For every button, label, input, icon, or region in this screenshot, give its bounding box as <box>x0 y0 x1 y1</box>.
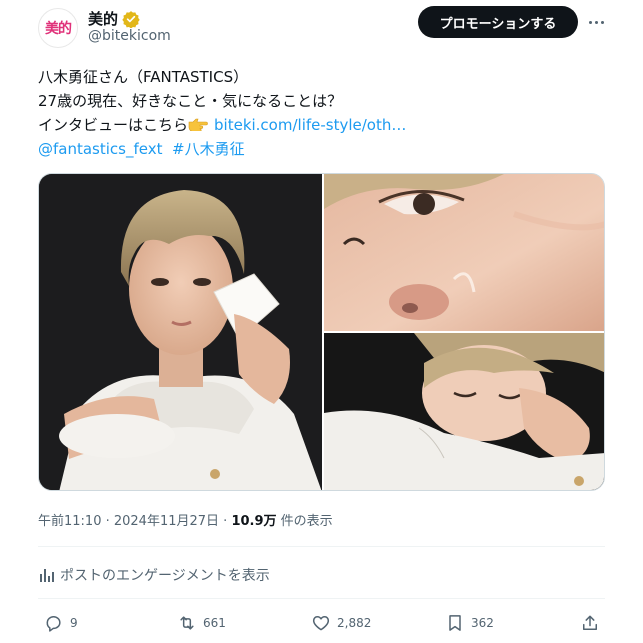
photo-resting-on-hand[interactable] <box>324 333 604 490</box>
bookmark-count: 362 <box>471 616 494 630</box>
display-name[interactable]: 美的 <box>88 8 118 29</box>
views-label: 件の表示 <box>276 514 333 529</box>
media-grid <box>38 173 605 491</box>
bar-chart-icon <box>40 569 54 582</box>
view-engagement-label: ポストのエンゲージメントを表示 <box>60 568 270 584</box>
heart-icon <box>312 616 330 631</box>
photo-portrait-tissue[interactable] <box>39 174 322 490</box>
share-icon <box>583 615 597 630</box>
repost-button[interactable]: 661 <box>177 613 226 633</box>
repost-count: 661 <box>203 616 226 630</box>
post-line-2: 27歳の現在、好きなこと・気になることは？ <box>38 92 343 110</box>
share-button[interactable] <box>580 613 600 633</box>
pointing-right-hand-emoji <box>188 118 208 131</box>
avatar-logo-text: 美的 <box>45 21 72 37</box>
article-link[interactable]: biteki.com/life-style/oth… <box>214 116 406 134</box>
divider <box>38 546 605 547</box>
divider <box>38 598 605 599</box>
promote-button[interactable]: プロモーションする <box>418 6 578 38</box>
post-meta: 午前11:10 · 2024年11月27日 · 10.9万 件の表示 <box>38 510 333 529</box>
author-handle[interactable]: @bitekicom <box>88 28 171 44</box>
post-card: 美的 美的 @bitekicom プロモーションする 八木勇征さん（FANTAS… <box>0 0 643 643</box>
avatar[interactable]: 美的 <box>38 8 78 48</box>
author-name-row[interactable]: 美的 <box>88 8 140 29</box>
bookmark-icon <box>449 615 461 631</box>
reply-button[interactable]: 9 <box>44 613 78 633</box>
hashtag-link[interactable]: #八木勇征 <box>172 140 245 158</box>
views-count: 10.9万 <box>231 514 277 529</box>
more-options-icon[interactable] <box>584 10 608 34</box>
gold-verified-badge-icon <box>122 10 140 28</box>
bookmark-button[interactable]: 362 <box>445 613 494 633</box>
post-text: 八木勇征さん（FANTASTICS） 27歳の現在、好きなこと・気になることは？… <box>38 65 608 161</box>
repost-icon <box>180 616 194 630</box>
like-button[interactable]: 2,882 <box>311 613 371 633</box>
reply-icon <box>46 616 61 632</box>
post-line-3: インタビューはこちら biteki.com/life-style/oth… <box>38 113 608 137</box>
mention-link[interactable]: @fantastics_fext <box>38 140 162 158</box>
timestamp[interactable]: 午前11:10 · 2024年11月27日 · <box>38 514 231 529</box>
post-line-1: 八木勇征さん（FANTASTICS） <box>38 68 249 86</box>
post-line-4: @fantastics_fext #八木勇征 <box>38 137 608 161</box>
like-count: 2,882 <box>337 616 372 630</box>
reply-count: 9 <box>70 616 78 630</box>
post-line-3-prefix: インタビューはこちら <box>38 116 189 134</box>
view-engagement-button[interactable]: ポストのエンゲージメントを表示 <box>38 565 270 585</box>
photo-closeup-eye[interactable] <box>324 174 604 331</box>
